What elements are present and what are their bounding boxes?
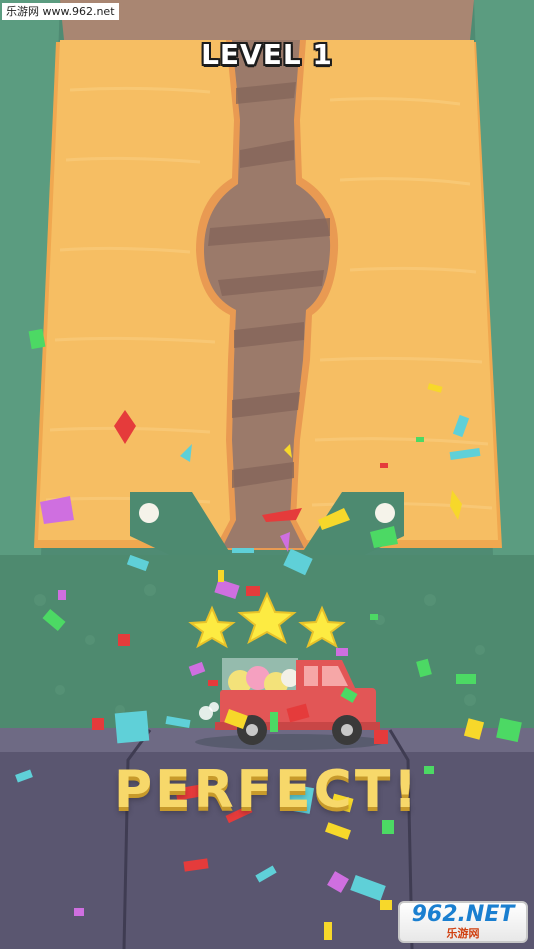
site-logo: 962.NET 乐游网 xyxy=(398,901,528,943)
confetti-piece-icon xyxy=(118,634,130,646)
right-gate-bolt xyxy=(375,503,395,523)
top-trough xyxy=(60,0,474,40)
confetti-piece-icon xyxy=(208,680,218,686)
logo-main-text: 962.NET xyxy=(411,902,515,927)
confetti-piece-icon xyxy=(374,730,388,744)
confetti-piece-icon xyxy=(218,570,224,582)
confetti-piece-icon xyxy=(382,820,394,834)
logo-sub-text: 乐游网 xyxy=(446,927,480,940)
level-title: LEVEL 1 xyxy=(201,38,333,71)
confetti-piece-icon xyxy=(370,614,378,620)
confetti-piece-icon xyxy=(416,437,424,442)
confetti-piece-icon xyxy=(380,900,392,910)
result-text: PERFECT! xyxy=(113,760,421,820)
confetti-piece-icon xyxy=(74,908,84,916)
confetti-piece-icon xyxy=(336,648,348,656)
confetti-piece-icon xyxy=(114,710,150,744)
confetti-piece-icon xyxy=(324,922,332,940)
confetti-piece-icon xyxy=(232,548,254,553)
confetti-piece-icon xyxy=(58,590,66,600)
confetti-piece-icon xyxy=(246,586,260,596)
confetti-piece-icon xyxy=(456,674,476,684)
game-stage: 乐游网 www.962.net LEVEL 1 PERFECT! 962.NET… xyxy=(0,0,534,949)
confetti-piece-icon xyxy=(92,718,104,730)
watermark-top: 乐游网 www.962.net xyxy=(2,3,119,20)
confetti-piece-icon xyxy=(270,712,278,732)
confetti-piece-icon xyxy=(380,463,388,468)
left-gate-bolt xyxy=(139,503,159,523)
